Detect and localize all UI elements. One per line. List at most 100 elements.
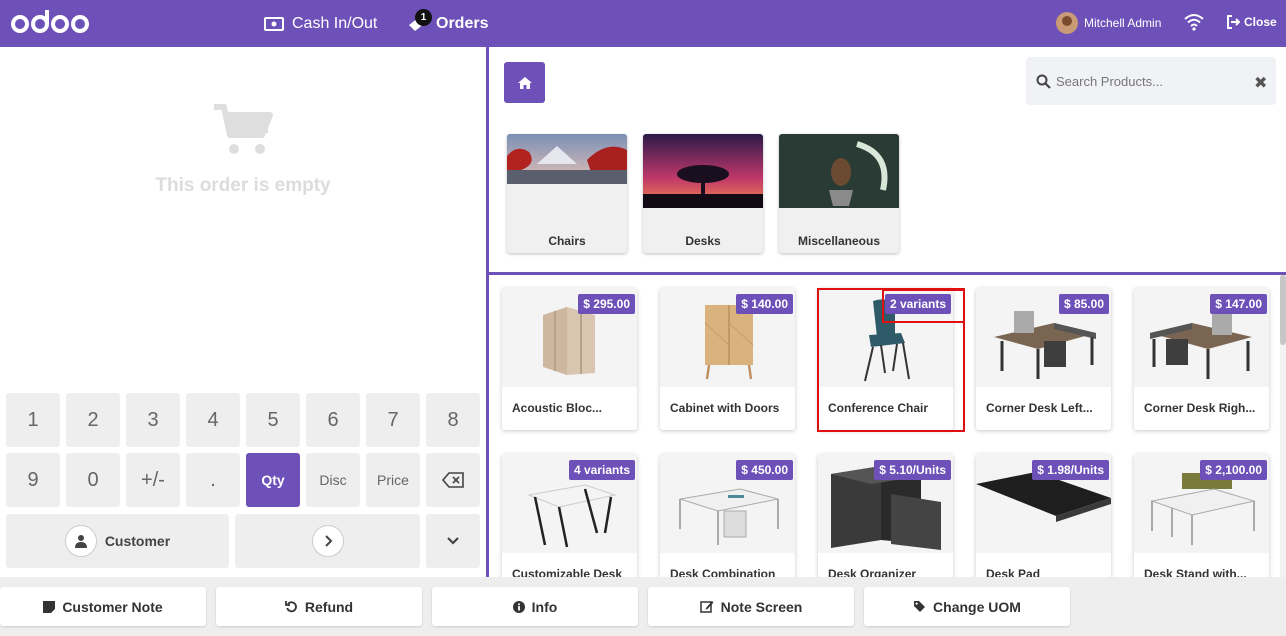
category-desks[interactable]: Desks — [643, 134, 763, 253]
cash-in-out-label: Cash In/Out — [292, 14, 378, 32]
qty-mode-button[interactable]: Qty — [246, 453, 300, 507]
numpad-key-9[interactable]: 9 — [6, 453, 60, 507]
customer-note-button[interactable]: Customer Note — [0, 587, 206, 626]
close-button[interactable]: Close — [1226, 15, 1277, 29]
sign-out-icon — [1227, 15, 1240, 29]
numpad-key-7[interactable]: 7 — [366, 393, 420, 447]
numpad-key-4[interactable]: 4 — [186, 393, 240, 447]
product-card-cabinet-with-doors[interactable]: $ 140.00 Cabinet with Doors — [660, 288, 795, 430]
price-badge: $ 85.00 — [1058, 294, 1109, 314]
product-name: Corner Desk Righ... — [1144, 401, 1256, 415]
product-name: Desk Pad — [986, 567, 1041, 577]
category-image-miscellaneous — [779, 134, 899, 208]
customer-button[interactable]: Customer — [6, 514, 229, 568]
product-card-acoustic-bloc[interactable]: $ 295.00 Acoustic Bloc... — [502, 288, 637, 430]
payment-button[interactable] — [235, 514, 420, 568]
price-badge: $ 2,100.00 — [1200, 460, 1267, 480]
backspace-button[interactable] — [426, 453, 480, 507]
product-name: Acoustic Bloc... — [512, 401, 603, 415]
disc-mode-button[interactable]: Disc — [306, 453, 360, 507]
odoo-logo — [11, 10, 89, 33]
orders-count-badge: 1 — [415, 9, 432, 26]
control-buttons-bar: Customer Note Refund Info Note Screen Ch… — [0, 577, 1286, 636]
clear-search-icon[interactable]: ✖ — [1254, 73, 1267, 93]
orders-button[interactable]: 1 Orders — [406, 0, 488, 47]
product-name: Desk Combination — [670, 567, 776, 577]
tag-icon — [914, 601, 926, 612]
user-icon — [64, 525, 97, 557]
variants-badge: 4 variants — [568, 460, 635, 480]
product-card-customizable-desk[interactable]: 4 variants Customizable Desk — [502, 454, 637, 577]
wifi-icon — [1184, 14, 1204, 31]
category-chairs[interactable]: Chairs — [507, 134, 627, 253]
more-actions-button[interactable] — [426, 514, 480, 568]
category-label: Miscellaneous — [797, 234, 881, 248]
info-button[interactable]: Info — [432, 587, 638, 626]
product-card-desk-organizer[interactable]: $ 5.10/Units Desk Organizer — [818, 454, 953, 577]
backspace-icon — [442, 472, 464, 488]
product-grid-scrollbar[interactable] — [1280, 275, 1286, 577]
money-icon — [264, 16, 284, 31]
highlight-box-variants-badge — [882, 289, 965, 323]
scrollbar-thumb[interactable] — [1280, 275, 1286, 345]
numpad-key-plus-minus[interactable]: +/- — [126, 453, 180, 507]
numpad-key-8[interactable]: 8 — [426, 393, 480, 447]
price-badge: $ 147.00 — [1210, 294, 1267, 314]
undo-icon — [284, 601, 297, 613]
sticky-note-icon — [43, 600, 56, 613]
info-icon — [512, 600, 525, 613]
product-name: Corner Desk Left... — [986, 401, 1093, 415]
edit-icon — [699, 601, 714, 613]
customer-note-label: Customer Note — [62, 598, 163, 615]
avatar — [1056, 12, 1078, 34]
category-image-chairs — [507, 134, 627, 208]
category-label: Chairs — [548, 234, 586, 248]
numpad-key-decimal[interactable]: . — [186, 453, 240, 507]
order-pane: This order is empty 1 2 3 4 5 6 7 8 9 0 … — [0, 47, 486, 577]
search-icon — [1036, 74, 1051, 89]
cash-in-out-button[interactable]: Cash In/Out — [264, 0, 377, 47]
numpad-key-3[interactable]: 3 — [126, 393, 180, 447]
note-screen-button[interactable]: Note Screen — [648, 587, 854, 626]
chevron-down-icon — [447, 537, 459, 545]
search-input[interactable] — [1056, 71, 1246, 91]
product-name: Desk Stand with... — [1144, 567, 1247, 577]
price-badge: $ 1.98/Units — [1032, 460, 1109, 480]
change-uom-label: Change UOM — [933, 598, 1021, 615]
refund-label: Refund — [304, 598, 354, 615]
price-badge: $ 5.10/Units — [874, 460, 951, 480]
numpad-key-6[interactable]: 6 — [306, 393, 360, 447]
product-card-corner-desk-right[interactable]: $ 147.00 Corner Desk Righ... — [1134, 288, 1269, 430]
top-bar: Cash In/Out 1 Orders Mitchell Admin Clos… — [0, 0, 1286, 47]
price-mode-button[interactable]: Price — [366, 453, 420, 507]
numpad-key-5[interactable]: 5 — [246, 393, 300, 447]
empty-order-text: This order is empty — [155, 175, 331, 196]
change-uom-button[interactable]: Change UOM — [864, 587, 1070, 626]
product-search: ✖ — [1026, 57, 1276, 105]
price-badge: $ 140.00 — [736, 294, 793, 314]
price-badge: $ 450.00 — [736, 460, 793, 480]
product-card-desk-stand[interactable]: $ 2,100.00 Desk Stand with... — [1134, 454, 1269, 577]
product-card-desk-pad[interactable]: $ 1.98/Units Desk Pad — [976, 454, 1111, 577]
home-icon — [517, 76, 532, 89]
product-name: Desk Organizer — [828, 567, 917, 577]
numpad-key-0[interactable]: 0 — [66, 453, 120, 507]
numpad-key-1[interactable]: 1 — [6, 393, 60, 447]
product-name: Cabinet with Doors — [670, 401, 780, 415]
category-label: Desks — [685, 234, 721, 248]
refund-button[interactable]: Refund — [216, 587, 422, 626]
info-label: Info — [531, 598, 558, 615]
category-image-desks — [643, 134, 763, 208]
orders-label: Orders — [436, 14, 489, 32]
product-card-desk-combination[interactable]: $ 450.00 Desk Combination — [660, 454, 795, 577]
shopping-cart-icon — [214, 104, 273, 154]
user-name: Mitchell Admin — [1084, 16, 1162, 30]
price-badge: $ 295.00 — [578, 294, 635, 314]
numpad-key-2[interactable]: 2 — [66, 393, 120, 447]
close-label: Close — [1244, 15, 1277, 29]
home-category-button[interactable] — [504, 62, 545, 103]
product-card-corner-desk-left[interactable]: $ 85.00 Corner Desk Left... — [976, 288, 1111, 430]
user-menu[interactable]: Mitchell Admin — [1056, 12, 1161, 34]
customer-label: Customer — [104, 533, 171, 549]
category-miscellaneous[interactable]: Miscellaneous — [779, 134, 899, 253]
